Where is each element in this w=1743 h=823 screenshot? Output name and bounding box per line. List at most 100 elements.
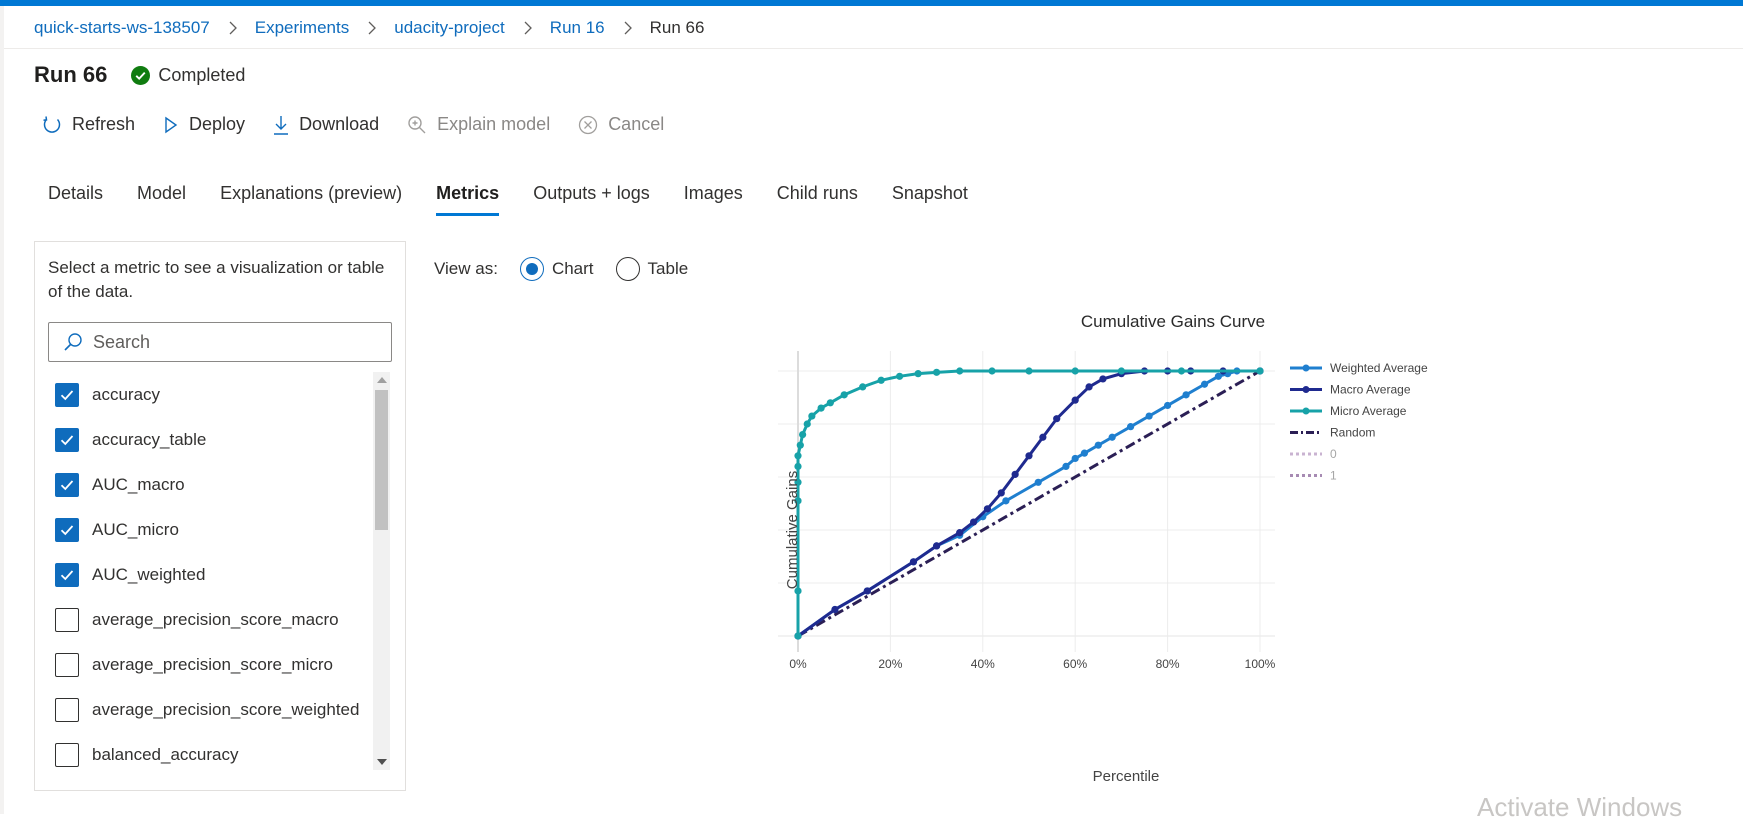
metric-checkbox-item[interactable]: AUC_macro xyxy=(55,462,355,507)
metric-label: AUC_macro xyxy=(92,474,185,494)
checkbox-checked-icon[interactable] xyxy=(55,382,79,407)
metric-search-box[interactable] xyxy=(48,322,392,362)
play-icon xyxy=(165,116,178,133)
refresh-button[interactable]: Refresh xyxy=(42,114,135,135)
tab-metrics[interactable]: Metrics xyxy=(436,183,500,216)
tab-images[interactable]: Images xyxy=(684,183,743,216)
deploy-button[interactable]: Deploy xyxy=(163,114,245,135)
data-point xyxy=(877,376,885,384)
metric-checkbox-item[interactable]: AUC_micro xyxy=(55,507,355,552)
checkbox-unchecked-icon[interactable] xyxy=(55,697,79,722)
left-nav-edge xyxy=(0,6,4,814)
tab-child-runs[interactable]: Child runs xyxy=(777,183,858,216)
data-point xyxy=(799,431,807,439)
legend-label: Macro Average xyxy=(1330,383,1411,397)
metric-checkbox-item[interactable]: balanced_accuracy xyxy=(55,732,355,777)
tab-bar: Details Model Explanations (preview) Met… xyxy=(48,183,1002,216)
scroll-up-arrow-icon[interactable] xyxy=(377,377,387,383)
data-point xyxy=(1145,412,1153,420)
metric-list-scrollbar[interactable] xyxy=(373,372,390,770)
metric-label: AUC_micro xyxy=(92,519,179,539)
breadcrumb-workspace[interactable]: quick-starts-ws-138507 xyxy=(34,18,210,38)
radio-unselected-icon xyxy=(615,257,640,281)
checkbox-unchecked-icon[interactable] xyxy=(55,607,79,632)
data-point xyxy=(956,529,964,537)
checkbox-unchecked-icon[interactable] xyxy=(55,742,79,767)
legend-marker xyxy=(1302,407,1310,415)
data-point xyxy=(1085,383,1093,391)
tab-outputs-logs[interactable]: Outputs + logs xyxy=(533,183,650,216)
refresh-icon xyxy=(43,115,61,133)
data-point xyxy=(1094,441,1102,449)
legend-label: Weighted Average xyxy=(1330,361,1428,375)
data-point xyxy=(1182,391,1190,399)
view-as-table-radio[interactable]: Table xyxy=(615,257,688,281)
y-axis-label: Cumulative Gains xyxy=(784,471,801,589)
checkbox-checked-icon[interactable] xyxy=(55,517,79,542)
download-button[interactable]: Download xyxy=(273,114,379,135)
scroll-thumb[interactable] xyxy=(375,390,388,530)
explain-model-button[interactable]: Explain model xyxy=(407,114,550,135)
checkbox-checked-icon[interactable] xyxy=(55,427,79,452)
checkbox-unchecked-icon[interactable] xyxy=(55,652,79,677)
data-point xyxy=(796,441,804,449)
checkbox-checked-icon[interactable] xyxy=(55,562,79,587)
metrics-panel-description: Select a metric to see a visualization o… xyxy=(48,258,385,301)
metric-label: accuracy xyxy=(92,384,161,404)
data-point xyxy=(1256,367,1264,375)
radio-selected-icon xyxy=(519,257,544,281)
chevron-right-icon xyxy=(367,21,377,35)
data-point xyxy=(859,383,867,391)
chevron-right-icon xyxy=(523,21,532,35)
data-point xyxy=(1053,415,1061,423)
breadcrumb: quick-starts-ws-138507 Experiments udaci… xyxy=(34,16,704,40)
data-point xyxy=(1011,470,1019,478)
cancel-button[interactable]: Cancel xyxy=(578,114,664,135)
x-tick-label: 20% xyxy=(878,657,902,671)
data-point xyxy=(803,420,811,428)
data-point xyxy=(794,452,802,460)
tab-model[interactable]: Model xyxy=(137,183,186,216)
tab-details[interactable]: Details xyxy=(48,183,103,216)
windows-activation-watermark: Activate Windows xyxy=(1477,792,1683,822)
download-label: Download xyxy=(299,114,380,134)
legend-label: Micro Average xyxy=(1330,404,1407,418)
breadcrumb-parent-run[interactable]: Run 16 xyxy=(550,18,605,38)
refresh-label: Refresh xyxy=(72,114,136,134)
download-icon xyxy=(274,115,289,135)
chart-axes: 0%20%40%60%80%100%0%20%40%60%80%100% xyxy=(789,657,1276,671)
tab-explanations[interactable]: Explanations (preview) xyxy=(220,183,402,216)
status-badge: Completed xyxy=(131,65,245,86)
x-tick-label: 100% xyxy=(1245,657,1276,671)
metric-checkbox-item[interactable]: accuracy xyxy=(55,372,355,417)
view-as-chart-radio[interactable]: Chart xyxy=(519,257,594,281)
legend-label: 0 xyxy=(1330,447,1337,461)
data-point xyxy=(933,368,941,376)
page-title: Run 66 xyxy=(34,62,108,87)
scroll-down-arrow-icon[interactable] xyxy=(377,759,387,765)
chart-title: Cumulative Gains Curve xyxy=(1081,312,1265,331)
deploy-label: Deploy xyxy=(189,114,246,134)
metric-checkbox-item[interactable]: average_precision_score_micro xyxy=(55,642,355,687)
metric-checkbox-item[interactable]: average_precision_score_macro xyxy=(55,597,355,642)
tab-snapshot[interactable]: Snapshot xyxy=(892,183,968,216)
checkbox-checked-icon[interactable] xyxy=(55,472,79,497)
breadcrumb-experiment[interactable]: udacity-project xyxy=(394,18,505,38)
metric-checkbox-item[interactable]: AUC_weighted xyxy=(55,552,355,597)
data-point xyxy=(969,518,978,526)
legend-marker xyxy=(1302,386,1310,393)
metric-checkbox-item[interactable]: average_precision_score_weighted xyxy=(55,687,359,732)
data-point xyxy=(933,542,941,550)
data-point xyxy=(1002,497,1010,505)
data-point xyxy=(1200,380,1209,388)
metric-checkbox-item[interactable]: accuracy_table xyxy=(55,417,355,462)
data-point xyxy=(817,404,825,412)
check-circle-icon xyxy=(131,65,151,85)
metric-label: accuracy_table xyxy=(92,429,207,449)
search-input[interactable] xyxy=(91,330,375,354)
metric-label: balanced_accuracy xyxy=(92,744,239,764)
breadcrumb-experiments[interactable]: Experiments xyxy=(255,18,349,38)
data-point xyxy=(997,489,1005,497)
data-point xyxy=(826,399,834,407)
chart-option-label: Chart xyxy=(551,259,594,278)
